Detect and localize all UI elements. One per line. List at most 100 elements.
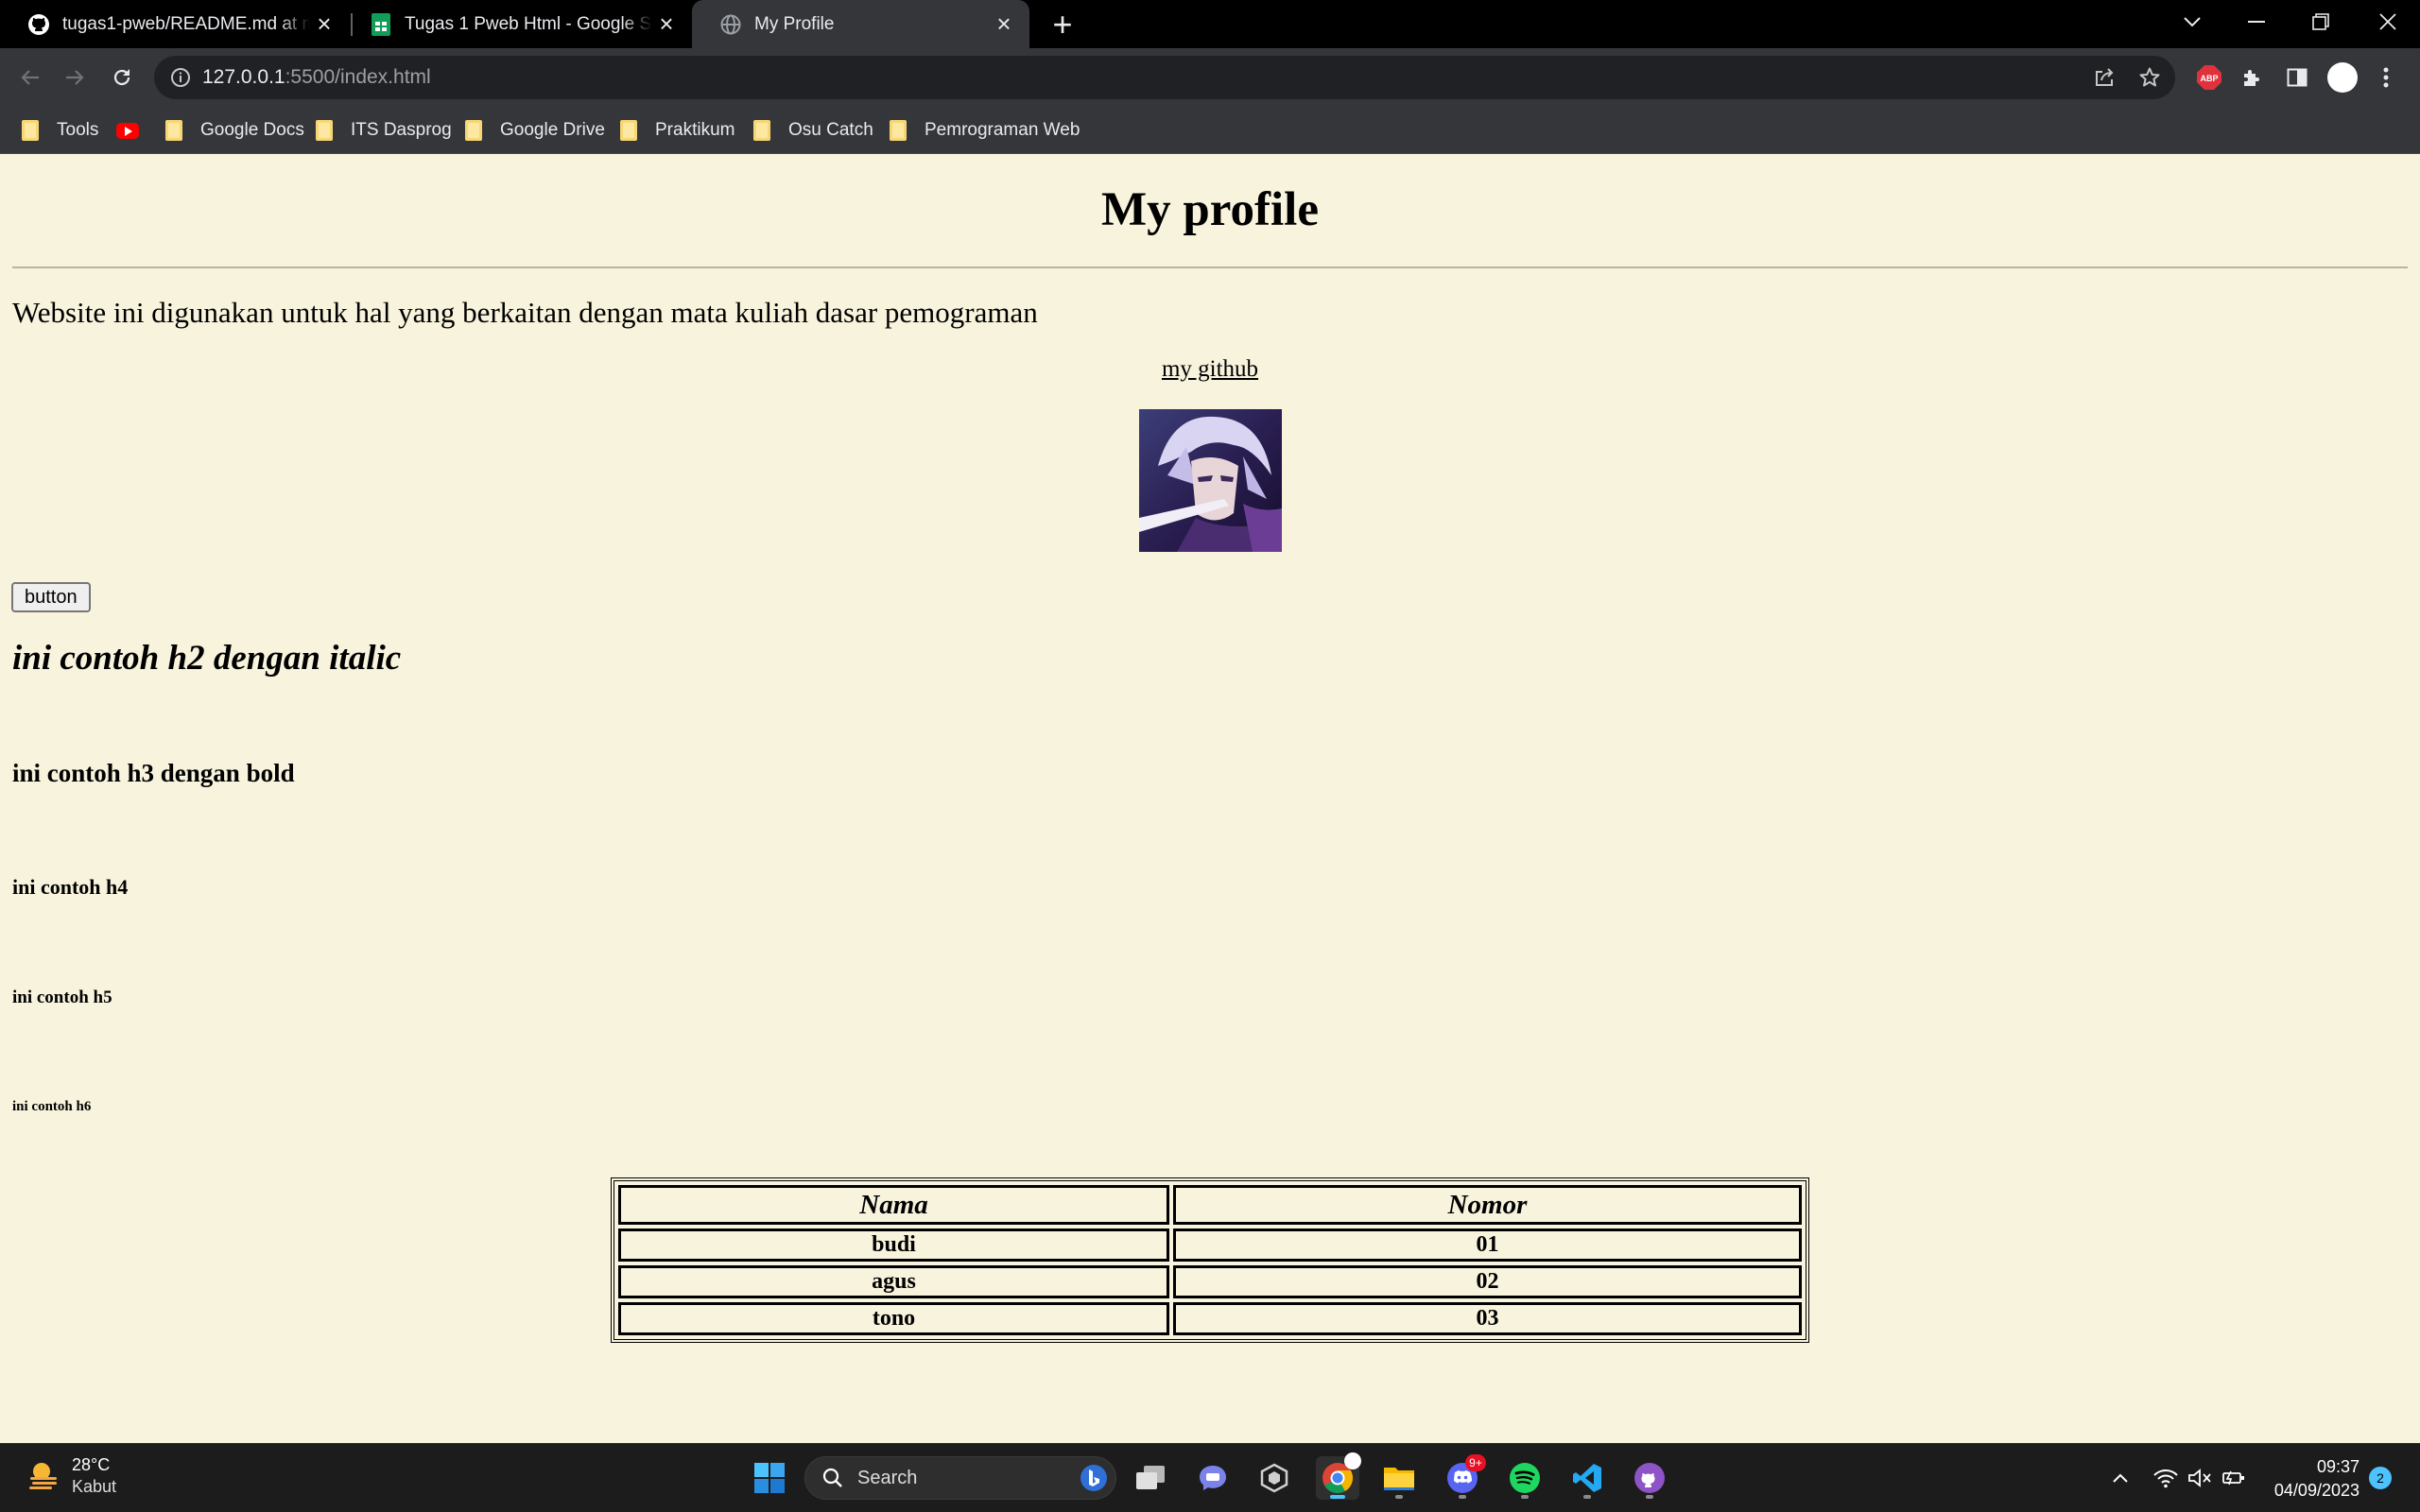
folder-icon bbox=[620, 120, 637, 141]
chrome-profile-badge bbox=[1344, 1452, 1361, 1469]
table-row: tono 03 bbox=[618, 1302, 1802, 1335]
table-cell-nama: agus bbox=[618, 1265, 1169, 1298]
bookmark-label: Google Drive bbox=[500, 120, 605, 140]
intro-paragraph: Website ini digunakan untuk hal yang ber… bbox=[12, 296, 1038, 329]
bookmark-praktikum[interactable]: Praktikum bbox=[620, 116, 735, 145]
back-arrow-icon bbox=[21, 70, 39, 85]
profile-image bbox=[1139, 409, 1282, 552]
restore-icon[interactable] bbox=[2289, 0, 2353, 43]
chrome-taskbar-icon[interactable] bbox=[1316, 1452, 1361, 1500]
taskbar-search[interactable]: Search bbox=[804, 1456, 1116, 1500]
running-indicator bbox=[1583, 1495, 1591, 1499]
folder-icon bbox=[890, 120, 907, 141]
new-tab-button[interactable]: + bbox=[1045, 5, 1080, 43]
search-icon bbox=[822, 1468, 842, 1487]
windows-logo-icon bbox=[754, 1463, 785, 1493]
clock-time: 09:37 bbox=[2316, 1457, 2360, 1476]
reload-button[interactable] bbox=[104, 60, 140, 95]
tab-close-icon[interactable]: × bbox=[652, 9, 681, 39]
battery-icon[interactable] bbox=[2220, 1463, 2248, 1493]
share-icon[interactable] bbox=[2092, 65, 2117, 90]
forward-arrow-icon bbox=[66, 70, 84, 85]
spotify-icon[interactable] bbox=[1503, 1456, 1547, 1500]
page-title: My profile bbox=[1101, 183, 1319, 236]
bookmark-tools[interactable]: Tools bbox=[22, 116, 98, 145]
unity-hub-icon[interactable] bbox=[1253, 1456, 1296, 1500]
address-bar[interactable]: 127.0.0.1:5500/index.html bbox=[154, 56, 2175, 99]
reload-icon bbox=[113, 69, 130, 86]
discord-icon[interactable]: 9+ bbox=[1441, 1454, 1486, 1500]
notification-count-badge[interactable]: 2 bbox=[2369, 1467, 2392, 1489]
running-indicator bbox=[1395, 1495, 1403, 1499]
bookmark-its-dasprog[interactable]: ITS Dasprog bbox=[316, 116, 452, 145]
github-link[interactable]: my github bbox=[1162, 356, 1258, 382]
search-label: Search bbox=[857, 1467, 918, 1488]
show-hidden-icons-chevron-icon[interactable] bbox=[2108, 1463, 2133, 1493]
adblock-plus-icon[interactable]: ABP bbox=[2194, 62, 2224, 93]
folder-icon bbox=[165, 120, 182, 141]
tab-github-readme[interactable]: tugas1-pweb/README.md at main × bbox=[0, 0, 350, 48]
tab-google-sheets[interactable]: Tugas 1 Pweb Html - Google Sheets × bbox=[342, 0, 692, 48]
volume-muted-icon[interactable] bbox=[2186, 1463, 2214, 1493]
heading-h4: ini contoh h4 bbox=[12, 875, 129, 899]
back-button[interactable] bbox=[12, 60, 48, 95]
table-row: agus 02 bbox=[618, 1265, 1802, 1298]
start-button[interactable] bbox=[748, 1456, 791, 1500]
extensions-puzzle-icon[interactable] bbox=[2237, 62, 2267, 93]
folder-icon bbox=[753, 120, 770, 141]
tab-title: My Profile bbox=[754, 13, 835, 34]
page-viewport: My profile Website ini digunakan untuk h… bbox=[0, 154, 2420, 1443]
bookmark-youtube[interactable] bbox=[116, 116, 139, 145]
bookmark-google-drive[interactable]: Google Drive bbox=[465, 116, 605, 145]
folder-icon bbox=[465, 120, 482, 141]
teams-chat-icon[interactable] bbox=[1191, 1456, 1235, 1500]
bookmark-label: Tools bbox=[57, 120, 99, 140]
bookmark-label: Praktikum bbox=[655, 120, 735, 140]
table-cell-nomor: 03 bbox=[1173, 1302, 1802, 1335]
table-cell-nama: budi bbox=[618, 1228, 1169, 1262]
sample-button[interactable]: button bbox=[11, 582, 91, 612]
table-row: budi 01 bbox=[618, 1228, 1802, 1262]
active-indicator bbox=[1330, 1495, 1345, 1499]
task-view-icon[interactable] bbox=[1129, 1456, 1172, 1500]
minimize-icon[interactable] bbox=[2224, 0, 2289, 43]
tab-close-icon[interactable]: × bbox=[990, 9, 1018, 39]
tab-my-profile[interactable]: My Profile × bbox=[692, 0, 1029, 48]
name-number-table: Nama Nomor budi 01 agus 02 tono 03 bbox=[611, 1177, 1809, 1343]
github-icon bbox=[27, 13, 50, 36]
heading-h6: ini contoh h6 bbox=[12, 1099, 92, 1114]
table-header-nama: Nama bbox=[618, 1185, 1169, 1225]
bing-icon bbox=[1080, 1465, 1107, 1491]
site-info-icon[interactable] bbox=[169, 66, 192, 89]
url-path: :5500/index.html bbox=[285, 66, 431, 88]
close-window-icon[interactable] bbox=[2356, 0, 2420, 43]
bookmark-google-docs[interactable]: Google Docs bbox=[165, 116, 304, 145]
bookmark-label: Google Docs bbox=[200, 120, 304, 140]
tab-search-chevron-icon[interactable] bbox=[2160, 0, 2224, 43]
url-host: 127.0.0.1 bbox=[202, 66, 285, 88]
profile-avatar[interactable] bbox=[2327, 62, 2358, 93]
tab-strip: tugas1-pweb/README.md at main × Tugas 1 … bbox=[0, 0, 2420, 48]
bookmark-label: ITS Dasprog bbox=[351, 120, 452, 140]
bookmark-pemrograman-web[interactable]: Pemrograman Web bbox=[890, 116, 1080, 145]
file-explorer-icon[interactable] bbox=[1377, 1456, 1421, 1500]
adblock-badge-text: ABP bbox=[2200, 74, 2218, 83]
bookmark-osu-catch[interactable]: Osu Catch bbox=[753, 116, 873, 145]
url-text[interactable]: 127.0.0.1:5500/index.html bbox=[202, 66, 431, 89]
vscode-icon[interactable] bbox=[1565, 1456, 1609, 1500]
bookmark-star-icon[interactable] bbox=[2137, 65, 2162, 90]
wifi-icon[interactable] bbox=[2152, 1463, 2180, 1493]
github-desktop-icon[interactable] bbox=[1628, 1456, 1671, 1500]
tab-close-icon[interactable]: × bbox=[310, 9, 338, 39]
side-panel-icon[interactable] bbox=[2282, 62, 2312, 93]
weather-widget[interactable]: 28°C Kabut bbox=[26, 1453, 116, 1497]
more-menu-icon[interactable] bbox=[2371, 62, 2401, 93]
google-sheets-icon bbox=[370, 12, 392, 36]
globe-icon bbox=[719, 13, 742, 36]
system-clock[interactable]: 09:37 04/09/2023 bbox=[2259, 1455, 2360, 1503]
heading-h2: ini contoh h2 dengan italic bbox=[12, 639, 402, 678]
heading-h3: ini contoh h3 dengan bold bbox=[12, 759, 295, 787]
clock-date: 04/09/2023 bbox=[2273, 1481, 2360, 1500]
forward-button[interactable] bbox=[57, 60, 93, 95]
folder-icon bbox=[22, 120, 39, 141]
